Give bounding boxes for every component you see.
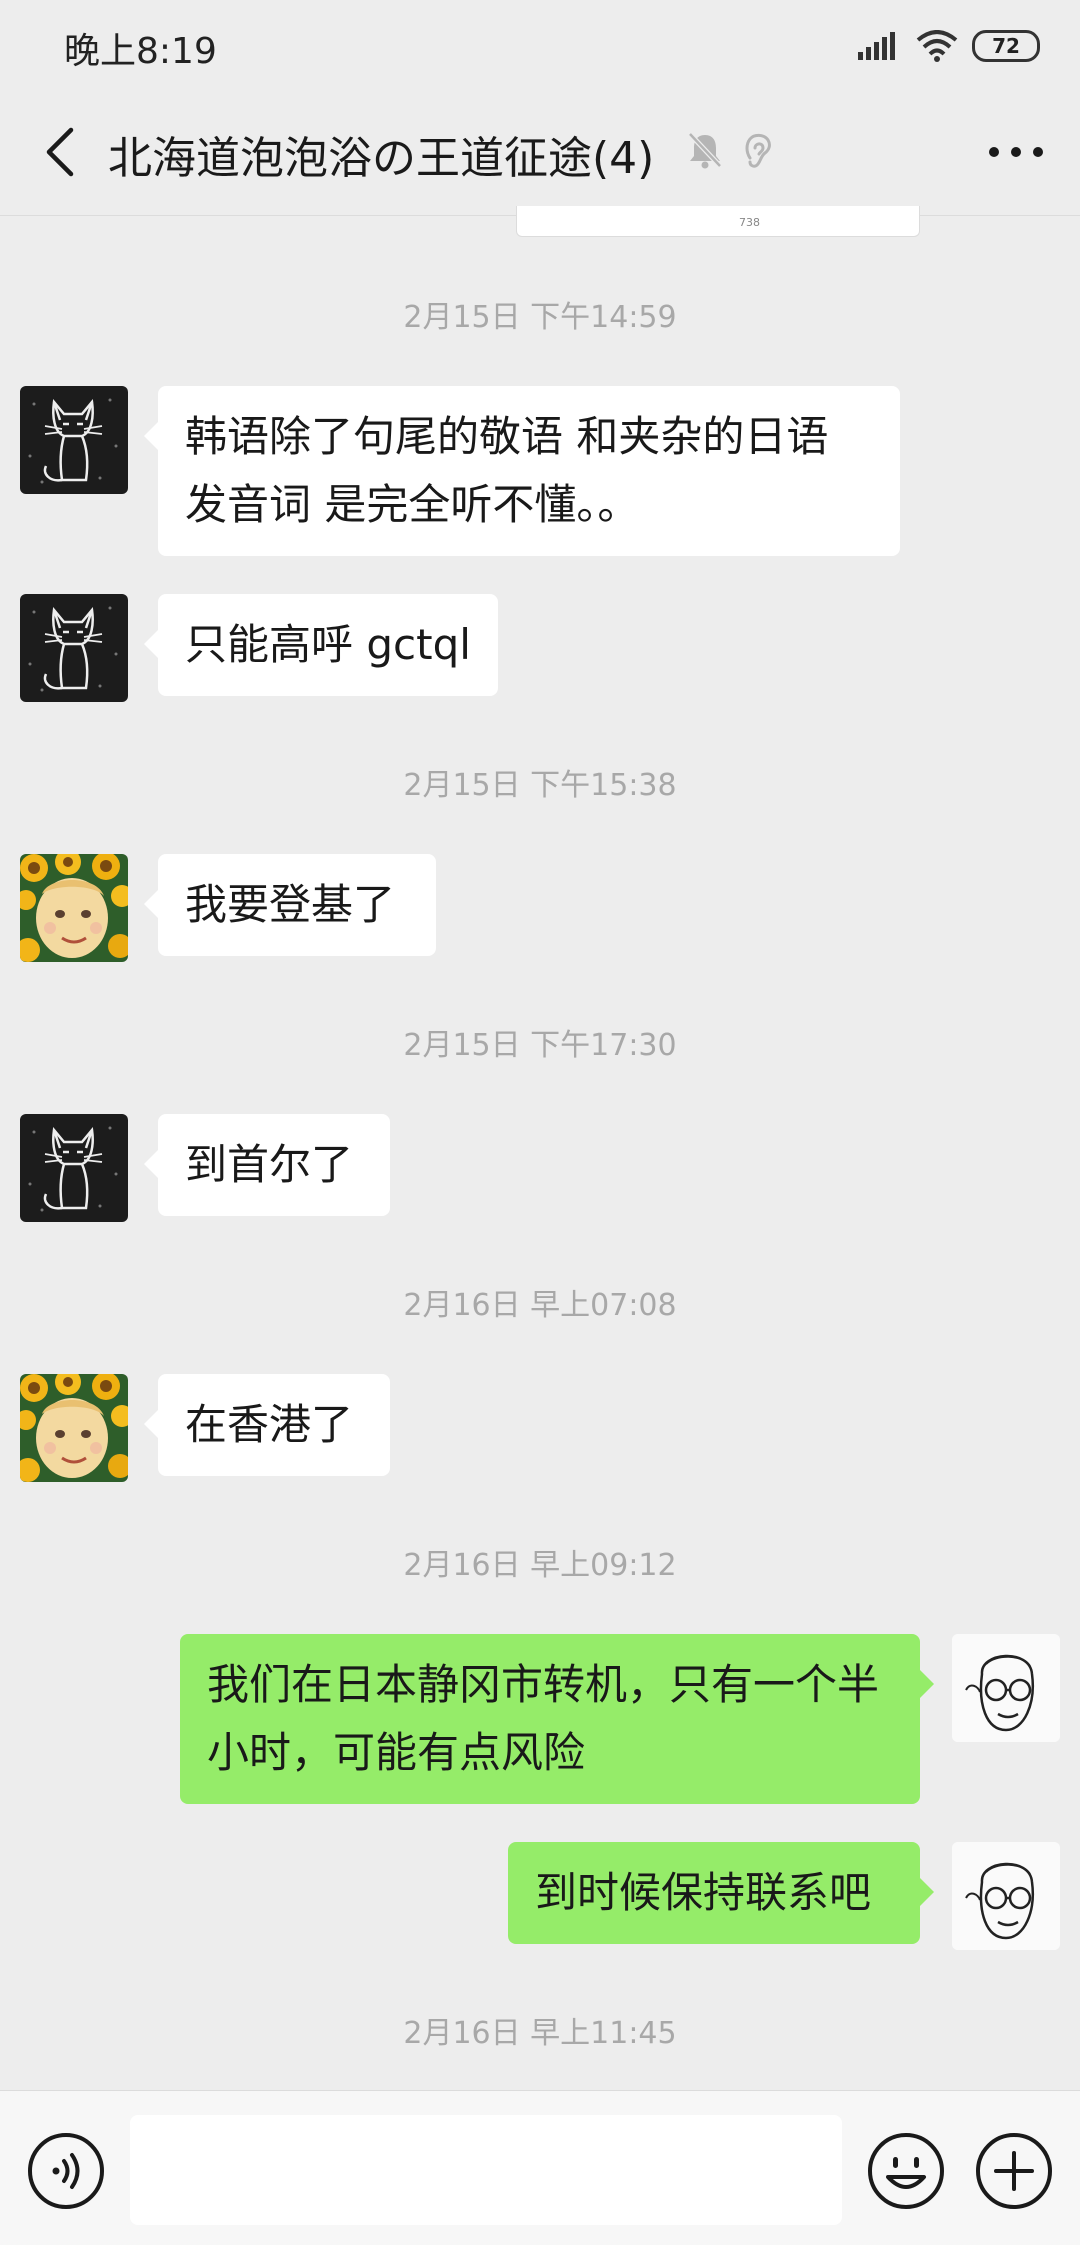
battery-icon: 72: [972, 30, 1040, 62]
emoji-icon: [868, 2133, 944, 2209]
voice-icon: [28, 2133, 104, 2209]
status-bar: 晚上8:19 72: [0, 0, 1080, 90]
sketch-face-avatar[interactable]: [952, 1842, 1060, 1950]
message-bubble[interactable]: 在香港了: [144, 1374, 390, 1476]
cat-avatar[interactable]: [20, 1114, 128, 1222]
timestamp: 2月16日 早上11:45: [403, 2016, 677, 2051]
status-icons: 72: [858, 26, 1040, 66]
cat-avatar-image: [20, 594, 128, 702]
wifi-icon: [916, 30, 958, 62]
voice-button[interactable]: [26, 2131, 106, 2211]
timestamp: 2月15日 下午17:30: [403, 1028, 677, 1063]
chat-header: 北海道泡泡浴の王道征途(4): [0, 90, 1080, 216]
chat-title[interactable]: 北海道泡泡浴の王道征途(4): [108, 122, 654, 186]
cat-avatar[interactable]: [20, 594, 128, 702]
more-icon: [989, 147, 1043, 157]
sketch-face-avatar-image: [952, 1634, 1060, 1742]
previous-message-card[interactable]: 738: [516, 206, 920, 237]
mute-bell-icon: [688, 132, 722, 169]
sunflower-avatar[interactable]: [20, 854, 128, 962]
input-bar: [0, 2090, 1080, 2245]
message-bubble-self[interactable]: 到时候保持联系吧: [508, 1842, 934, 1944]
cat-avatar-image: [20, 1114, 128, 1222]
timestamp: 2月16日 早上09:12: [403, 1548, 677, 1583]
plus-icon: [976, 2133, 1052, 2209]
message-bubble-self[interactable]: 我们在日本静冈市转机，只有一个半小时，可能有点风险: [180, 1634, 934, 1804]
cat-avatar-image: [20, 386, 128, 494]
sketch-face-avatar[interactable]: [952, 1634, 1060, 1742]
sunflower-avatar[interactable]: [20, 1374, 128, 1482]
ear-icon: [745, 133, 771, 168]
emoji-button[interactable]: [866, 2131, 946, 2211]
message-bubble[interactable]: 到首尔了: [144, 1114, 390, 1216]
message-bubble[interactable]: 我要登基了: [144, 854, 436, 956]
timestamp: 2月15日 下午14:59: [403, 300, 677, 335]
message-bubble[interactable]: 韩语除了句尾的敬语 和夹杂的日语 发音词 是完全听不懂。。: [144, 386, 900, 556]
status-time: 晚上8:19: [64, 31, 217, 72]
back-button[interactable]: [28, 116, 92, 188]
sunflower-avatar-image: [20, 854, 128, 962]
message-input[interactable]: [130, 2115, 842, 2225]
timestamp: 2月16日 早上07:08: [403, 1288, 677, 1323]
cat-avatar[interactable]: [20, 386, 128, 494]
signal-icon: [858, 32, 895, 60]
message-bubble[interactable]: 只能高呼 gctql: [144, 594, 498, 696]
more-functions-button[interactable]: [974, 2131, 1054, 2211]
back-arrow-icon: [46, 127, 74, 177]
sketch-face-avatar-image: [952, 1842, 1060, 1950]
card-caption: 738: [739, 216, 760, 229]
more-button[interactable]: [982, 122, 1050, 182]
sunflower-avatar-image: [20, 1374, 128, 1482]
chat-status-icons: [686, 130, 774, 170]
timestamp: 2月15日 下午15:38: [403, 768, 677, 803]
